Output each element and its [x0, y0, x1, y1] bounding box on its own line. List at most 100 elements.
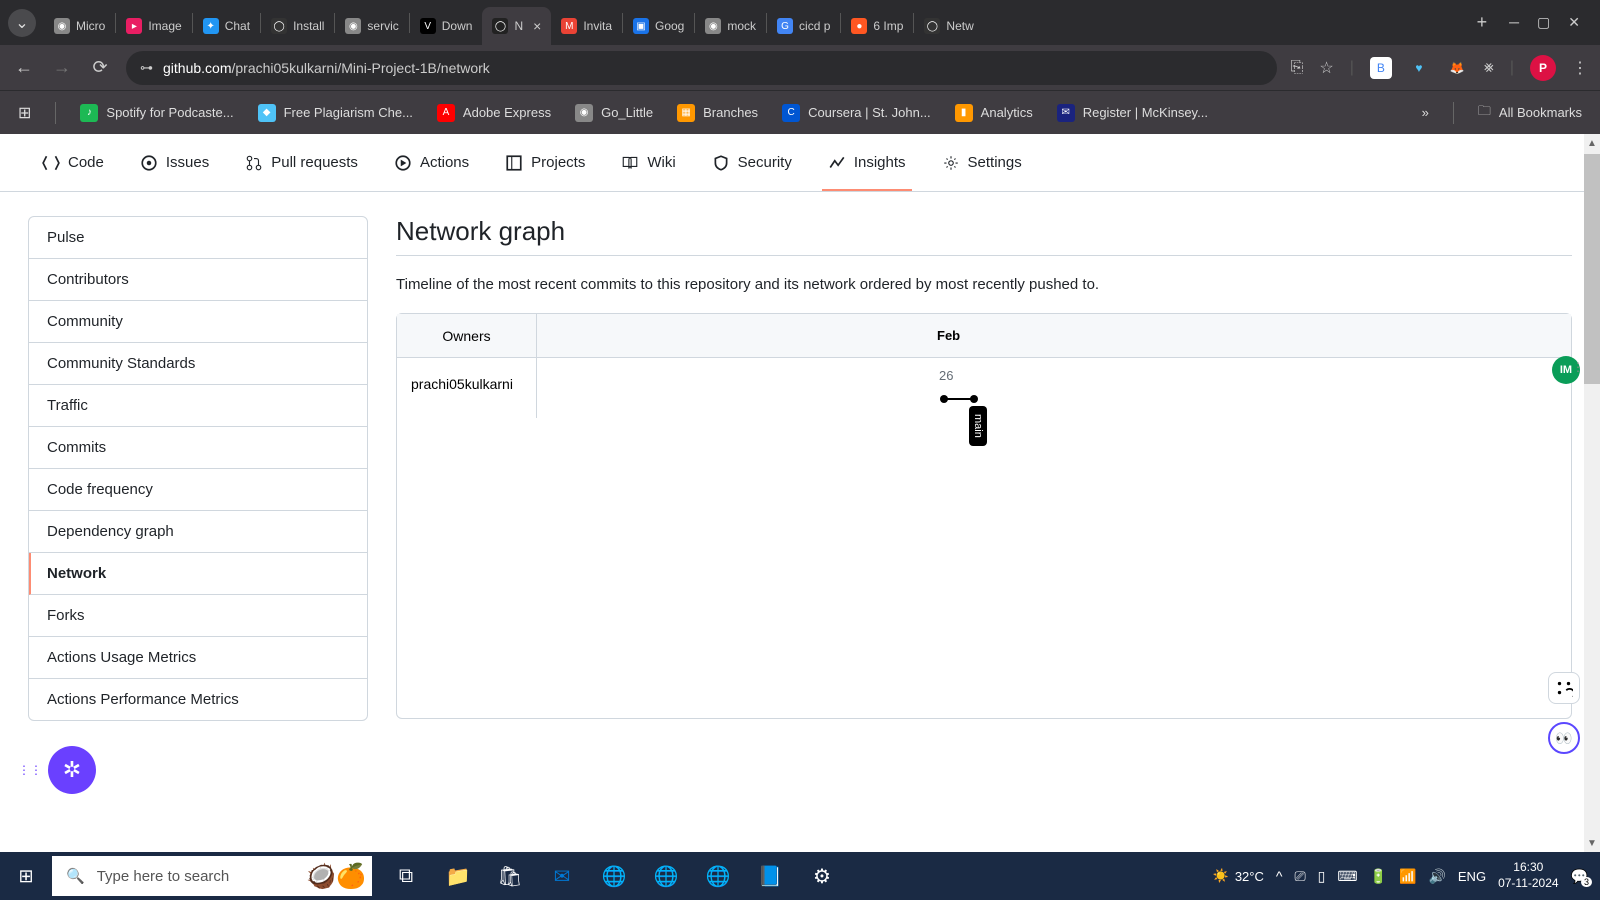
new-tab-button[interactable]: + [1467, 12, 1498, 33]
scrollbar-thumb[interactable] [1584, 154, 1600, 384]
extension-heart-icon[interactable]: ♥ [1408, 57, 1430, 79]
sidebar-item-actions-usage-metrics[interactable]: Actions Usage Metrics [29, 637, 367, 679]
browser-menu-icon[interactable]: ⋮ [1572, 58, 1588, 78]
commit-dot[interactable] [970, 395, 978, 403]
scroll-up-arrow[interactable]: ▲ [1584, 134, 1600, 152]
sidebar-item-code-frequency[interactable]: Code frequency [29, 469, 367, 511]
sidebar-item-traffic[interactable]: Traffic [29, 385, 367, 427]
fab-drag-handle[interactable]: ⋮⋮ [18, 763, 42, 777]
browser-tab[interactable]: ◯Install [261, 7, 334, 45]
wifi-icon[interactable]: 📶 [1399, 868, 1416, 885]
copilot-badge[interactable] [1548, 672, 1580, 704]
start-button[interactable]: ⊞ [0, 852, 52, 900]
browser-tab[interactable]: ◯N× [482, 7, 551, 45]
bookmarks-overflow-icon[interactable]: » [1422, 105, 1429, 120]
outlook-icon[interactable]: ✉ [540, 854, 584, 898]
bookmark-item[interactable]: ▮Analytics [955, 104, 1033, 122]
site-info-icon[interactable]: ⊶ [140, 60, 153, 76]
tab-search-button[interactable]: ⌄ [8, 9, 36, 37]
repo-tab-wiki[interactable]: Wiki [607, 134, 689, 191]
volume-icon[interactable]: 🔊 [1428, 868, 1445, 885]
tray-overflow-icon[interactable]: ^ [1276, 868, 1283, 884]
repo-tab-projects[interactable]: Projects [491, 134, 599, 191]
browser-tab[interactable]: VDown [410, 7, 483, 45]
profile-avatar[interactable]: P [1530, 55, 1556, 81]
sidebar-item-dependency-graph[interactable]: Dependency graph [29, 511, 367, 553]
repo-tab-insights[interactable]: Insights [814, 134, 920, 191]
repo-tab-code[interactable]: Code [28, 134, 118, 191]
bookmark-item[interactable]: ✉Register | McKinsey... [1057, 104, 1208, 122]
scroll-down-arrow[interactable]: ▼ [1584, 834, 1600, 852]
battery-icon[interactable]: 🔋 [1370, 868, 1387, 885]
language-indicator[interactable]: ENG [1458, 869, 1486, 884]
back-button[interactable]: ← [12, 57, 36, 78]
maximize-button[interactable]: ▢ [1537, 14, 1550, 31]
bookmark-item[interactable]: CCoursera | St. John... [782, 104, 931, 122]
scrollbar[interactable]: ▲ ▼ [1584, 134, 1600, 852]
commit-dot[interactable] [940, 395, 948, 403]
ms-store-icon[interactable]: 🛍 [488, 854, 532, 898]
address-bar-row: ← → ⟳ ⊶ github.com/prachi05kulkarni/Mini… [0, 45, 1600, 90]
browser-tab[interactable]: ▣Goog [623, 7, 694, 45]
owner-name[interactable]: prachi05kulkarni [397, 358, 537, 418]
chrome-icon-2[interactable]: 🌐 [644, 854, 688, 898]
extensions-icon[interactable]: ⨳ [1484, 59, 1494, 77]
sidebar-item-pulse[interactable]: Pulse [29, 217, 367, 259]
sidebar-item-actions-performance-metrics[interactable]: Actions Performance Metrics [29, 679, 367, 720]
timeline-cell[interactable]: 26 main [537, 358, 1571, 418]
taskbar-search[interactable]: 🔍 Type here to search 🥥🍊 [52, 856, 372, 896]
install-app-icon[interactable]: ⎘ [1291, 59, 1304, 77]
reload-button[interactable]: ⟳ [88, 57, 112, 78]
browser-tab[interactable]: ✦Chat [193, 7, 260, 45]
tab-close-icon[interactable]: × [533, 18, 541, 34]
url-bar[interactable]: ⊶ github.com/prachi05kulkarni/Mini-Proje… [126, 51, 1277, 85]
browser-tab[interactable]: ▸Image [116, 7, 191, 45]
bookmark-item[interactable]: ◉Go_Little [575, 104, 653, 122]
browser-tab[interactable]: ●6 Imp [841, 7, 913, 45]
branch-tag[interactable]: main [969, 406, 987, 446]
touchpad-icon[interactable]: ⌨ [1337, 868, 1357, 885]
extension-fox-icon[interactable]: 🦊 [1446, 57, 1468, 79]
close-window-button[interactable]: ✕ [1568, 14, 1580, 31]
meet-now-icon[interactable]: ⎚ [1294, 868, 1305, 885]
chrome-icon-1[interactable]: 🌐 [592, 854, 636, 898]
file-explorer-icon[interactable]: 📁 [436, 854, 480, 898]
repo-tab-security[interactable]: Security [698, 134, 806, 191]
browser-tab[interactable]: MInvita [551, 7, 622, 45]
repo-tab-pull-requests[interactable]: Pull requests [231, 134, 372, 191]
loom-fab[interactable]: ✲ [48, 746, 96, 794]
bookmark-item[interactable]: ◆Free Plagiarism Che... [258, 104, 413, 122]
weather-widget[interactable]: ☀️ 32°C [1213, 868, 1264, 884]
chrome-icon-3[interactable]: 🌐 [696, 854, 740, 898]
notepad-icon[interactable]: 📘 [748, 854, 792, 898]
sidebar-item-network[interactable]: Network [29, 553, 367, 595]
browser-tab[interactable]: ◯Netw [914, 7, 983, 45]
browser-tab[interactable]: ◉servic [335, 7, 408, 45]
sidebar-item-community-standards[interactable]: Community Standards [29, 343, 367, 385]
sidebar-item-contributors[interactable]: Contributors [29, 259, 367, 301]
repo-tab-settings[interactable]: Settings [928, 134, 1036, 191]
bookmark-star-icon[interactable]: ☆ [1319, 58, 1333, 78]
all-bookmarks-button[interactable]: 🗀 All Bookmarks [1478, 102, 1582, 124]
browser-tab[interactable]: Gcicd p [767, 7, 840, 45]
extension-b-icon[interactable]: B [1370, 57, 1392, 79]
repo-tab-actions[interactable]: Actions [380, 134, 483, 191]
sidebar-item-community[interactable]: Community [29, 301, 367, 343]
apps-grid-icon[interactable]: ⊞ [18, 103, 31, 123]
usb-icon[interactable]: ▯ [1318, 868, 1326, 885]
notifications-icon[interactable]: 💬3 [1571, 868, 1588, 885]
settings-taskbar-icon[interactable]: ⚙ [800, 854, 844, 898]
task-view-icon[interactable]: ⧉ [384, 854, 428, 898]
sidebar-item-commits[interactable]: Commits [29, 427, 367, 469]
bookmark-item[interactable]: ▦Branches [677, 104, 758, 122]
assistant-eye-badge[interactable]: 👀 [1548, 722, 1580, 754]
repo-tab-issues[interactable]: Issues [126, 134, 223, 191]
bookmark-item[interactable]: ♪Spotify for Podcaste... [80, 104, 233, 122]
minimize-button[interactable]: ─ [1509, 14, 1519, 31]
clock[interactable]: 16:30 07-11-2024 [1498, 860, 1559, 891]
sidebar-item-forks[interactable]: Forks [29, 595, 367, 637]
bookmark-item[interactable]: AAdobe Express [437, 104, 551, 122]
forward-button[interactable]: → [50, 57, 74, 78]
browser-tab[interactable]: ◉mock [695, 7, 766, 45]
browser-tab[interactable]: ◉Micro [44, 7, 115, 45]
